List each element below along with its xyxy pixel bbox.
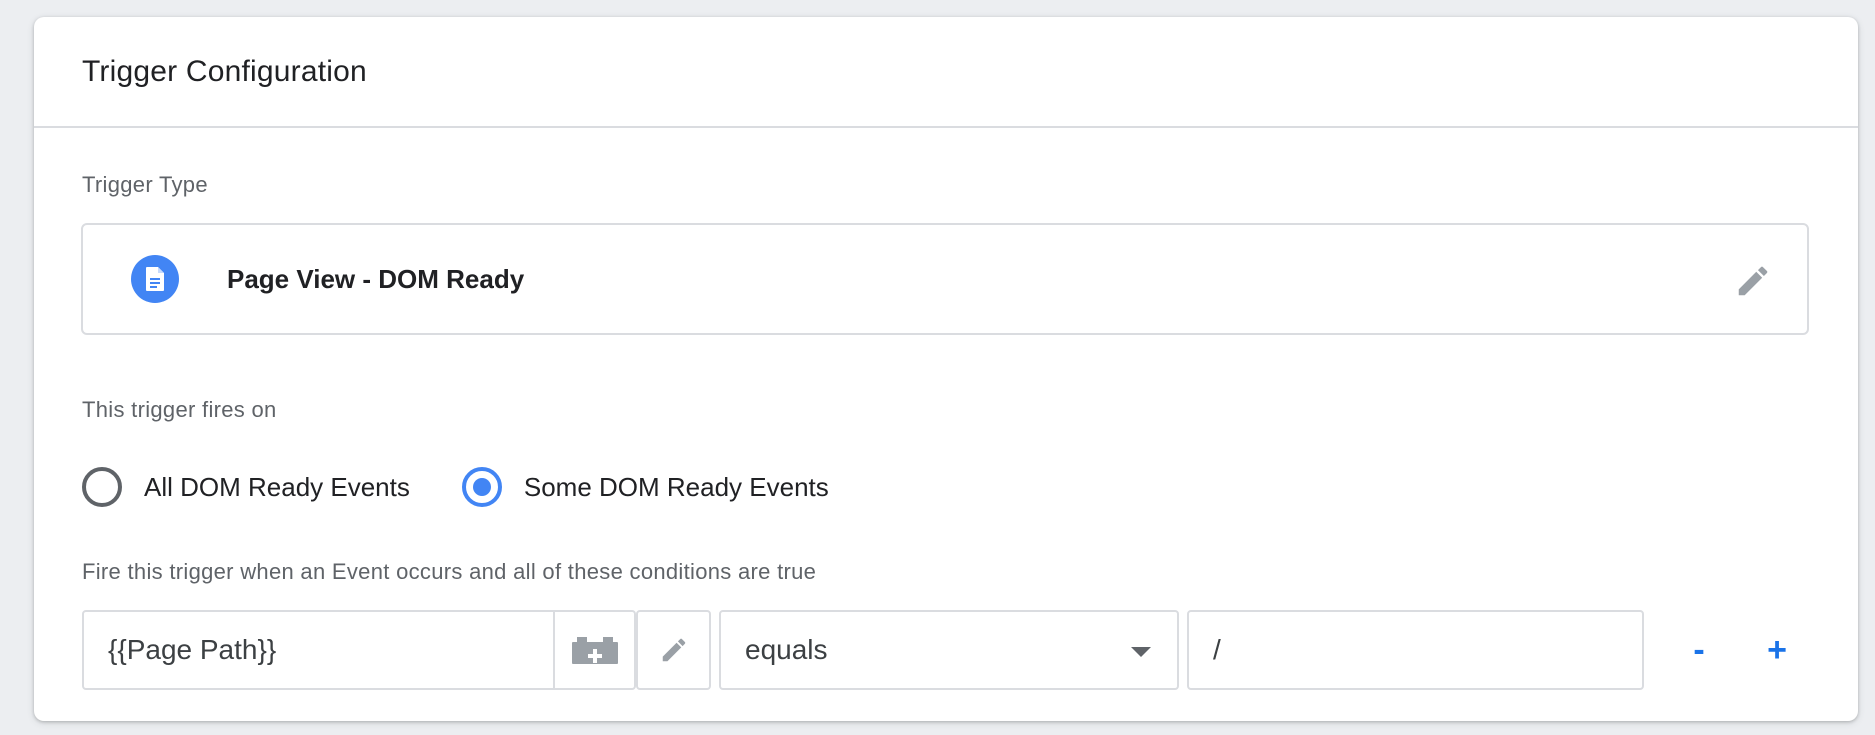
conditions-label: Fire this trigger when an Event occurs a… [82,559,817,584]
fires-on-label: This trigger fires on [82,397,277,422]
edit-variable-button[interactable] [636,610,711,690]
operator-dropdown[interactable]: equals [719,610,1179,690]
trigger-configuration-card: Trigger Configuration Trigger Type Page … [34,17,1858,721]
edit-trigger-type-button[interactable] [1733,261,1773,301]
radio-all-dom-ready-events[interactable]: All DOM Ready Events [82,467,410,507]
chevron-down-icon [1131,647,1151,657]
card-header: Trigger Configuration [34,17,1858,128]
variable-value: {{Page Path}} [108,634,277,665]
remove-condition-button[interactable]: - [1673,624,1725,676]
variable-picker-button[interactable] [553,610,636,690]
radio-button-unchecked[interactable] [82,467,122,507]
radio-some-dom-ready-events[interactable]: Some DOM Ready Events [461,467,829,507]
condition-value: / [1213,634,1221,665]
trigger-type-label: Trigger Type [82,172,208,197]
radio-button-checked[interactable] [461,467,502,507]
trigger-type-name: Page View - DOM Ready [227,263,525,294]
variable-field[interactable]: {{Page Path}} [82,610,555,690]
add-variable-icon [571,637,618,664]
condition-value-input[interactable]: / [1187,610,1644,690]
pencil-icon [662,638,685,662]
document-icon [131,255,179,303]
card-title: Trigger Configuration [82,54,367,88]
operator-value: equals [745,634,828,665]
radio-label: Some DOM Ready Events [523,471,829,502]
add-condition-button[interactable]: + [1751,624,1803,676]
fires-on-radio-group: All DOM Ready Events Some DOM Ready Even… [82,461,829,513]
trigger-type-selector[interactable]: Page View - DOM Ready [81,223,1809,335]
pencil-icon [1738,266,1768,296]
radio-label: All DOM Ready Events [144,471,410,502]
